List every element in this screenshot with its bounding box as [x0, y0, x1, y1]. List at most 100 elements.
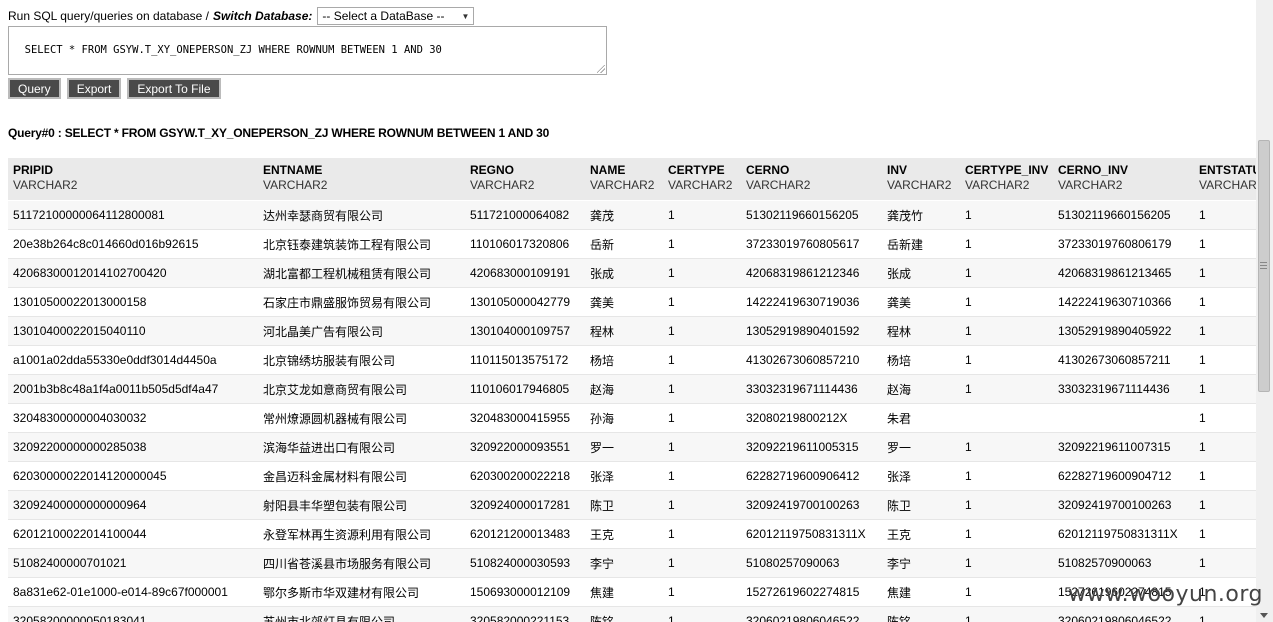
- table-cell: 达州幸瑟商贸有限公司: [258, 200, 465, 230]
- scroll-down-arrow-icon[interactable]: [1260, 613, 1268, 618]
- result-table-container: PRIPID VARCHAR2 ENTNAME VARCHAR2 REGNO VARCHA…: [8, 158, 1256, 622]
- table-cell: 32092219611007315: [1053, 432, 1194, 462]
- table-cell: 陈卫: [585, 490, 663, 520]
- table-cell: 33032319671114436: [1053, 374, 1194, 404]
- table-cell: 110115013575172: [465, 345, 585, 375]
- table-cell: [960, 403, 1053, 433]
- column-header: CERNO VARCHAR2: [741, 158, 882, 201]
- column-name: CERNO_INV: [1058, 163, 1129, 177]
- table-cell: 32092219611005315: [741, 432, 882, 462]
- result-table: PRIPID VARCHAR2 ENTNAME VARCHAR2 REGNO VARCHA…: [8, 158, 1256, 622]
- table-cell: 1: [663, 461, 741, 491]
- table-cell: 51302119660156205: [741, 200, 882, 230]
- query-button[interactable]: Query: [8, 78, 61, 99]
- table-row: 51082400000701021 四川省苍溪县市场服务有限公司 510824000…: [8, 548, 1256, 578]
- table-cell: 张成: [882, 258, 960, 288]
- table-cell: 张泽: [882, 461, 960, 491]
- scrollbar-thumb[interactable]: [1258, 140, 1270, 392]
- column-type: VARCHAR2: [668, 178, 733, 192]
- table-cell: 1: [1194, 287, 1256, 317]
- table-cell: 13052919890405922: [1053, 316, 1194, 346]
- table-cell: 射阳县丰华塑包装有限公司: [258, 490, 465, 520]
- table-cell: 1: [663, 316, 741, 346]
- run-sql-label: Run SQL query/queries on database /: [8, 9, 210, 23]
- vertical-scrollbar[interactable]: [1256, 0, 1273, 622]
- table-cell: 程林: [882, 316, 960, 346]
- table-cell: 320582000221153: [465, 606, 585, 622]
- table-cell: 张泽: [585, 461, 663, 491]
- table-cell: 1: [663, 577, 741, 607]
- table-cell: 62012100022014100044: [8, 519, 258, 549]
- table-cell: 李宁: [585, 548, 663, 578]
- table-cell: 62030000022014120000045: [8, 461, 258, 491]
- table-cell: 42068300012014102700420: [8, 258, 258, 288]
- table-cell: 北京艾龙如意商贸有限公司: [258, 374, 465, 404]
- table-cell: 1: [960, 461, 1053, 491]
- table-cell: 42068319861213465: [1053, 258, 1194, 288]
- table-cell: 滨海华益进出口有限公司: [258, 432, 465, 462]
- table-cell: 张成: [585, 258, 663, 288]
- table-cell: 程林: [585, 316, 663, 346]
- table-cell: 1: [960, 200, 1053, 230]
- query-header: Run SQL query/queries on database / Swit…: [8, 7, 475, 25]
- table-cell: 1: [663, 200, 741, 230]
- table-cell: 1: [960, 548, 1053, 578]
- switch-database-label: Switch Database: [213, 9, 309, 23]
- table-cell: [1053, 403, 1194, 433]
- action-buttons: Query Export Export To File: [8, 78, 221, 99]
- scrollbar-grip-icon: [1260, 262, 1267, 263]
- column-type: VARCHAR2: [1058, 178, 1123, 192]
- table-cell: 1: [1194, 403, 1256, 433]
- table-cell: 1: [1194, 229, 1256, 259]
- table-body: 51172100000064112800081 达州幸瑟商贸有限公司 5117210…: [8, 200, 1256, 622]
- table-cell: 1: [663, 548, 741, 578]
- sql-query-textarea[interactable]: SELECT * FROM GSYW.T_XY_ONEPERSON_ZJ WHE…: [8, 26, 607, 75]
- table-cell: 14222419630719036: [741, 287, 882, 317]
- resize-grip-icon[interactable]: [597, 65, 605, 73]
- table-cell: 320483000415955: [465, 403, 585, 433]
- table-cell: 37233019760805617: [741, 229, 882, 259]
- column-name: PRIPID: [13, 163, 54, 177]
- table-cell: 1: [960, 577, 1053, 607]
- table-cell: 1: [960, 432, 1053, 462]
- table-cell: 320922000093551: [465, 432, 585, 462]
- column-header: NAME VARCHAR2: [585, 158, 663, 201]
- table-cell: 杨培: [585, 345, 663, 375]
- column-header: ENTSTATU VARCHAR: [1194, 158, 1256, 201]
- table-row: 32048300000004030032 常州燎源圆机器械有限公司 32048300…: [8, 403, 1256, 433]
- table-cell: 1: [960, 606, 1053, 622]
- table-cell: 1: [1194, 519, 1256, 549]
- database-select[interactable]: -- Select a DataBase -- ▼: [317, 7, 475, 25]
- table-cell: 龚茂: [585, 200, 663, 230]
- table-cell: 14222419630710366: [1053, 287, 1194, 317]
- table-cell: 1: [663, 287, 741, 317]
- table-cell: 常州燎源圆机器械有限公司: [258, 403, 465, 433]
- table-cell: 赵海: [585, 374, 663, 404]
- table-cell: 1: [960, 490, 1053, 520]
- export-button[interactable]: Export: [66, 78, 122, 99]
- export-to-file-button[interactable]: Export To File: [127, 78, 221, 99]
- table-cell: 岳新: [585, 229, 663, 259]
- table-cell: 32060219806046522: [1053, 606, 1194, 622]
- table-cell: 岳新建: [882, 229, 960, 259]
- table-cell: 陈铭: [585, 606, 663, 622]
- table-cell: 51082570900063: [1053, 548, 1194, 578]
- column-header: INV VARCHAR2: [882, 158, 960, 201]
- table-cell: 湖北富都工程机械租赁有限公司: [258, 258, 465, 288]
- table-cell: 1: [663, 432, 741, 462]
- table-cell: 杨培: [882, 345, 960, 375]
- table-cell: 620121200013483: [465, 519, 585, 549]
- table-cell: 苏州市北郊灯具有限公司: [258, 606, 465, 622]
- table-cell: 1: [960, 345, 1053, 375]
- table-cell: 62282719600906412: [741, 461, 882, 491]
- column-header: ENTNAME VARCHAR2: [258, 158, 465, 201]
- table-cell: 1: [663, 374, 741, 404]
- watermark: www.wooyun.org: [1068, 582, 1263, 607]
- table-cell: 1: [960, 374, 1053, 404]
- table-cell: 13010500022013000158: [8, 287, 258, 317]
- table-cell: 32092419700100263: [1053, 490, 1194, 520]
- table-cell: 110106017320806: [465, 229, 585, 259]
- table-cell: 37233019760806179: [1053, 229, 1194, 259]
- table-cell: 32092200000000285038: [8, 432, 258, 462]
- database-select-value: -- Select a DataBase --: [322, 9, 445, 23]
